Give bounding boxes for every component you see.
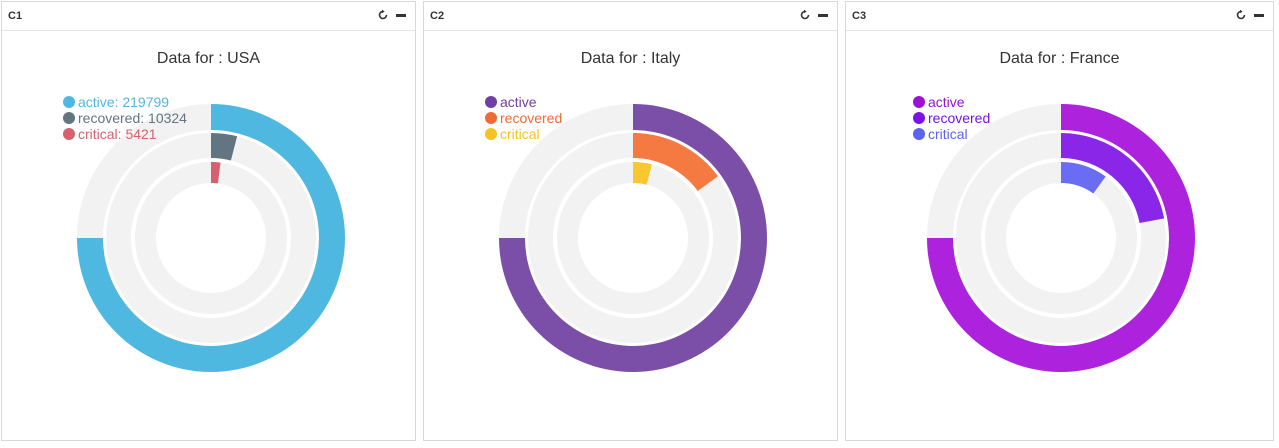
panel-tools xyxy=(1235,9,1265,21)
legend-marker xyxy=(913,96,925,108)
chart-panel-c3: C3 Data for : France active recovered criti… xyxy=(845,1,1274,441)
legend-marker xyxy=(485,128,497,140)
legend-marker xyxy=(913,128,925,140)
legend-label-recovered: recovered xyxy=(928,110,990,126)
minimize-icon[interactable] xyxy=(817,9,829,21)
ring-track xyxy=(557,162,710,314)
ring-track xyxy=(135,162,288,314)
panel-id: C3 xyxy=(852,10,867,22)
legend-label-active: active xyxy=(928,94,965,110)
legend-marker xyxy=(63,128,75,140)
radial-chart-c3: Data for : France activerecoveredcritical xyxy=(913,50,1195,372)
chart-title: Data for : Italy xyxy=(581,50,681,67)
legend-label-recovered: recovered xyxy=(500,110,562,126)
radial-chart-c1: Data for : USA active: 219799recovered: 1… xyxy=(63,50,345,373)
legend-marker xyxy=(485,96,497,108)
legend-label-active: active: 219799 xyxy=(78,94,169,110)
legend-marker xyxy=(485,112,497,124)
chart-panel-c2: C2 Data for : Italy active recovered critic… xyxy=(423,1,838,441)
panel-tools xyxy=(377,9,407,21)
radial-chart-c2: Data for : Italy activerecoveredcritical xyxy=(485,50,767,373)
panel-id: C1 xyxy=(8,10,23,22)
legend-label-critical: critical: 5421 xyxy=(78,126,157,142)
legend-label-active: active xyxy=(500,94,537,110)
chart-title: Data for : USA xyxy=(157,50,260,67)
panel-id: C2 xyxy=(430,10,445,22)
ring-track xyxy=(985,161,1138,314)
refresh-icon[interactable] xyxy=(799,9,811,21)
legend-marker xyxy=(63,112,75,124)
legend-label-critical: critical xyxy=(500,126,540,142)
legend-label-recovered: recovered: 10324 xyxy=(78,110,187,126)
panel-header: C2 xyxy=(424,2,837,31)
legend-label-critical: critical xyxy=(928,126,968,142)
panel-header: C3 xyxy=(846,2,1273,31)
chart-title: Data for : France xyxy=(999,50,1119,67)
chart-panel-c1: C1 Data for : USA active: 219799 recovered… xyxy=(1,1,416,441)
minimize-icon[interactable] xyxy=(1253,9,1265,21)
minimize-icon[interactable] xyxy=(395,9,407,21)
panel-tools xyxy=(799,9,829,21)
legend-marker xyxy=(63,96,75,108)
refresh-icon[interactable] xyxy=(1235,9,1247,21)
panel-header: C1 xyxy=(2,2,415,31)
legend-marker xyxy=(913,112,925,124)
refresh-icon[interactable] xyxy=(377,9,389,21)
